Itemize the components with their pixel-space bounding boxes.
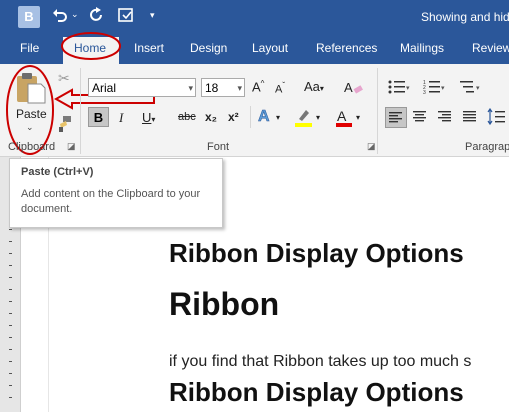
- tooltip-body: Add content on the Clipboard to your doc…: [21, 188, 201, 215]
- separator: [80, 68, 81, 154]
- paragraph-group-label: Paragrap: [465, 141, 509, 153]
- justify-icon[interactable]: [461, 109, 479, 130]
- font-name-value: Arial: [92, 81, 117, 95]
- doc-paragraph: if you find that Ribbon takes up too muc…: [169, 353, 472, 370]
- align-center-icon[interactable]: [411, 109, 429, 130]
- clear-formatting-icon[interactable]: A: [344, 79, 364, 98]
- font-dialog-launcher-icon[interactable]: ◪: [367, 141, 376, 152]
- svg-text:3: 3: [423, 90, 426, 94]
- numbering-icon[interactable]: 1 2 3 ▾: [423, 80, 447, 99]
- font-color-dropdown-icon[interactable]: ▾: [356, 113, 360, 122]
- bullets-icon[interactable]: ▾: [388, 80, 412, 99]
- tooltip-title: Paste (Ctrl+V): [21, 166, 94, 178]
- format-painter-icon[interactable]: [57, 115, 73, 138]
- text-effects-icon[interactable]: A: [258, 108, 270, 126]
- tab-references[interactable]: References: [316, 41, 377, 55]
- separator: [377, 68, 378, 154]
- doc-heading-ribbon-display-options: Ribbon Display Options: [169, 238, 464, 268]
- undo-dropdown-icon[interactable]: ⌄: [71, 9, 79, 20]
- line-spacing-icon[interactable]: [487, 107, 507, 131]
- text-effects-dropdown-icon[interactable]: ▾: [276, 113, 280, 122]
- clipboard-group-label: Clipboard: [8, 141, 56, 153]
- font-size-combo[interactable]: 18 ▾: [201, 78, 245, 97]
- underline-button[interactable]: U▾: [142, 110, 155, 125]
- clipboard-dialog-launcher-icon[interactable]: ◪: [67, 141, 76, 152]
- doc-heading-ribbon: Ribbon: [169, 286, 280, 322]
- redo-icon[interactable]: [89, 7, 105, 26]
- subscript-button[interactable]: x₂: [205, 110, 217, 124]
- tab-file[interactable]: File: [20, 41, 39, 55]
- undo-icon[interactable]: [52, 7, 68, 26]
- superscript-button[interactable]: x²: [228, 110, 239, 124]
- italic-button[interactable]: I: [119, 110, 123, 126]
- align-left-button[interactable]: [385, 107, 407, 128]
- font-size-value: 18: [205, 81, 219, 95]
- doc-heading-ribbon-display-options-2: Ribbon Display Options: [169, 377, 464, 407]
- svg-text:▾: ▾: [441, 85, 445, 92]
- svg-text:▾: ▾: [406, 85, 410, 92]
- app-icon[interactable]: B: [18, 6, 40, 28]
- ruler-ticks: [9, 229, 12, 409]
- multilevel-list-icon[interactable]: ▾: [460, 80, 484, 99]
- ribbon-panel: [0, 64, 509, 157]
- font-name-combo[interactable]: Arial ▾: [88, 78, 196, 97]
- cut-icon[interactable]: ✂: [58, 70, 70, 87]
- home-tab-annotation-ellipse: [61, 32, 121, 60]
- chevron-down-icon: ▾: [237, 83, 242, 93]
- shrink-font-icon[interactable]: Aˇ: [275, 81, 285, 96]
- tab-insert[interactable]: Insert: [134, 41, 164, 55]
- tab-mailings[interactable]: Mailings: [400, 41, 444, 55]
- tab-review[interactable]: Review: [472, 41, 509, 55]
- align-right-icon[interactable]: [436, 109, 454, 130]
- window-title: Showing and hid: [421, 10, 509, 24]
- font-color-icon[interactable]: A: [335, 107, 353, 132]
- chevron-down-icon: ▾: [188, 83, 193, 93]
- svg-text:A: A: [337, 108, 347, 124]
- font-group-label: Font: [207, 141, 230, 153]
- svg-text:▾: ▾: [476, 85, 480, 92]
- tab-layout[interactable]: Layout: [252, 41, 288, 55]
- paste-tooltip: Paste (Ctrl+V) Add content on the Clipbo…: [9, 158, 223, 228]
- grow-font-icon[interactable]: A^: [252, 79, 264, 94]
- highlight-icon[interactable]: [294, 107, 314, 132]
- highlight-dropdown-icon[interactable]: ▾: [316, 113, 320, 122]
- change-case-icon[interactable]: Aa▾: [304, 79, 324, 94]
- separator: [250, 106, 251, 128]
- tab-design[interactable]: Design: [190, 41, 227, 55]
- svg-text:A: A: [344, 80, 353, 95]
- customize-qat-icon[interactable]: [118, 7, 135, 26]
- bold-button[interactable]: B: [88, 107, 109, 127]
- qat-more-icon[interactable]: ▾: [150, 10, 155, 21]
- underline-label: U: [142, 110, 152, 125]
- strikethrough-button[interactable]: abc: [178, 111, 196, 123]
